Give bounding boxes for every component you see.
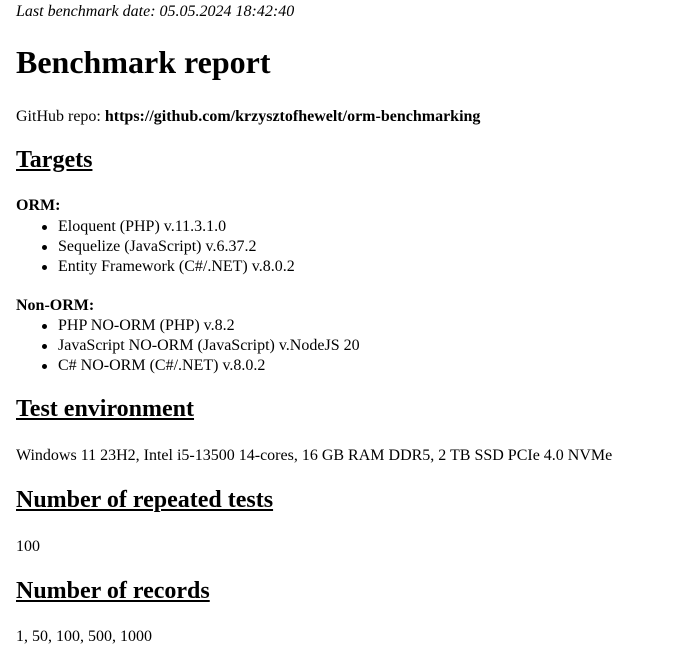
list-item: Sequelize (JavaScript) v.6.37.2 bbox=[16, 237, 295, 257]
non-orm-item-label: JavaScript NO-ORM (JavaScript) v.NodeJS … bbox=[58, 337, 360, 354]
non-orm-item-label: PHP NO-ORM (PHP) v.8.2 bbox=[58, 317, 235, 334]
repo-label: GitHub repo: bbox=[16, 108, 105, 125]
orm-item-label: Eloquent (PHP) v.11.3.1.0 bbox=[58, 218, 227, 235]
bullet-icon bbox=[42, 245, 47, 250]
non-orm-item-label: C# NO-ORM (C#/.NET) v.8.0.2 bbox=[58, 357, 266, 374]
last-benchmark-date: Last benchmark date: 05.05.2024 18:42:40 bbox=[16, 3, 295, 20]
repeated-tests-heading: Number of repeated tests bbox=[16, 487, 274, 513]
bullet-icon bbox=[42, 344, 47, 349]
non-orm-group-label: Non-ORM: bbox=[16, 297, 95, 314]
list-item: Eloquent (PHP) v.11.3.1.0 bbox=[16, 217, 295, 237]
non-orm-list: PHP NO-ORM (PHP) v.8.2 JavaScript NO-ORM… bbox=[16, 316, 360, 376]
repo-line: GitHub repo: https://github.com/krzyszto… bbox=[16, 108, 480, 126]
orm-item-label: Entity Framework (C#/.NET) v.8.0.2 bbox=[58, 258, 295, 275]
bullet-icon bbox=[42, 225, 47, 230]
environment-heading: Test environment bbox=[16, 396, 195, 422]
environment-text: Windows 11 23H2, Intel i5-13500 14-cores… bbox=[16, 447, 613, 464]
orm-group-label: ORM: bbox=[16, 197, 61, 214]
records-heading: Number of records bbox=[16, 578, 210, 604]
targets-heading: Targets bbox=[16, 147, 93, 173]
orm-item-label: Sequelize (JavaScript) v.6.37.2 bbox=[58, 238, 257, 255]
records-value: 1, 50, 100, 500, 1000 bbox=[16, 628, 152, 645]
page-title: Benchmark report bbox=[16, 44, 271, 80]
bullet-icon bbox=[42, 364, 47, 369]
repo-url: https://github.com/krzysztofhewelt/orm-b… bbox=[104, 108, 481, 125]
orm-list: Eloquent (PHP) v.11.3.1.0 Sequelize (Jav… bbox=[16, 217, 295, 277]
list-item: PHP NO-ORM (PHP) v.8.2 bbox=[16, 316, 360, 336]
bullet-icon bbox=[42, 324, 47, 329]
list-item: Entity Framework (C#/.NET) v.8.0.2 bbox=[16, 257, 295, 277]
repeated-tests-value: 100 bbox=[16, 538, 40, 555]
list-item: JavaScript NO-ORM (JavaScript) v.NodeJS … bbox=[16, 336, 360, 356]
bullet-icon bbox=[42, 265, 47, 270]
list-item: C# NO-ORM (C#/.NET) v.8.0.2 bbox=[16, 356, 360, 376]
